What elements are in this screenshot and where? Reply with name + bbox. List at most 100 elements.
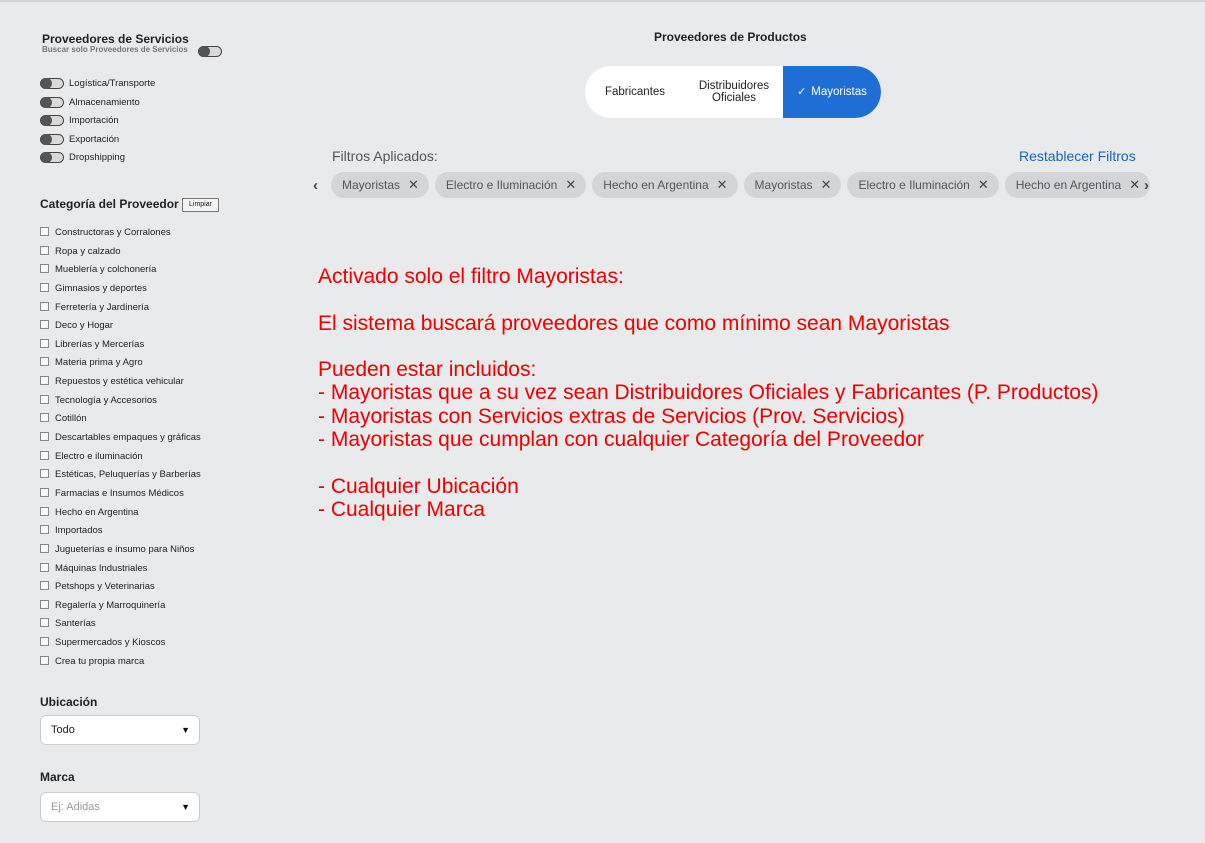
- segment-fabricantes[interactable]: Fabricantes: [585, 66, 685, 118]
- brand-select[interactable]: Ej: Adidas ▼: [40, 792, 200, 822]
- service-label: Almacenamiento: [69, 96, 140, 108]
- checkbox[interactable]: [40, 506, 49, 516]
- category-label: Jugueterías e insumo para Niños: [55, 543, 195, 555]
- note-line: - Mayoristas con Servicios extras de Ser…: [318, 404, 905, 428]
- segment-label: Distribuidores Oficiales: [698, 80, 770, 104]
- toggle-switch[interactable]: [40, 133, 64, 145]
- checkbox[interactable]: [40, 432, 49, 442]
- applied-filter-chips: Mayoristas ✕ Electro e Iluminación ✕ Hecho…: [331, 172, 1151, 198]
- category-label: Cotillón: [55, 413, 87, 425]
- products-title: Proveedores de Productos: [654, 30, 807, 44]
- explanation-note: Activado solo el filtro Mayoristas: El s…: [318, 265, 1098, 521]
- category-label: Tecnología y Accesorios: [55, 394, 157, 406]
- close-icon[interactable]: ✕: [978, 177, 989, 193]
- category-label: Petshops y Veterinarias: [55, 581, 155, 593]
- checkbox[interactable]: [40, 562, 49, 572]
- filter-chip[interactable]: Mayoristas ✕: [331, 172, 429, 198]
- caret-down-icon: ▼: [181, 725, 190, 735]
- note-line: - Cualquier Marca: [318, 497, 485, 521]
- checkbox[interactable]: [40, 245, 49, 255]
- chip-label: Hecho en Argentina: [603, 178, 709, 192]
- chip-label: Hecho en Argentina: [1015, 178, 1122, 192]
- chevron-left-icon[interactable]: ‹: [313, 177, 318, 194]
- checkbox[interactable]: [40, 581, 49, 591]
- toggle-switch[interactable]: [40, 78, 64, 89]
- toggle-switch[interactable]: [40, 152, 64, 163]
- filters-sidebar: Proveedores de Servicios Buscar solo Pro…: [0, 2, 300, 843]
- service-label: Dropshipping: [69, 152, 125, 163]
- category-label: Regalería y Marroquinería: [55, 599, 166, 611]
- checkbox[interactable]: [40, 655, 49, 665]
- segment-label: Mayoristas: [811, 86, 867, 98]
- chip-label: Electro e Iluminación: [858, 178, 970, 192]
- note-line: El sistema buscará proveedores que como …: [318, 311, 950, 335]
- category-label: Materia prima y Agro: [55, 357, 143, 369]
- category-title: Categoría del Proveedor: [40, 197, 179, 211]
- chip-label: Mayoristas: [754, 178, 813, 192]
- services-only-toggle[interactable]: [198, 46, 222, 57]
- clear-categories-button[interactable]: Limpiar: [182, 198, 219, 212]
- caret-down-icon: ▼: [181, 802, 190, 812]
- segment-distribuidores-oficiales[interactable]: Distribuidores Oficiales: [685, 66, 783, 118]
- applied-filters-label: Filtros Aplicados:: [332, 148, 438, 164]
- location-select[interactable]: Todo ▼: [40, 715, 200, 745]
- checkbox[interactable]: [40, 227, 49, 236]
- category-label: Ferretería y Jardinería: [55, 301, 149, 313]
- service-label: Logística/Transporte: [69, 78, 156, 89]
- checkbox[interactable]: [40, 637, 49, 647]
- filter-chip[interactable]: Electro e Iluminación ✕: [847, 172, 999, 198]
- services-title: Proveedores de Servicios: [42, 32, 189, 46]
- category-label: Máquinas Industriales: [55, 562, 148, 574]
- check-icon: ✓: [797, 86, 807, 98]
- segment-mayoristas[interactable]: ✓ Mayoristas: [783, 66, 881, 118]
- category-label: Santerías: [55, 618, 96, 630]
- product-type-segmented-control: Fabricantes Distribuidores Oficiales ✓ Ma…: [585, 66, 881, 118]
- checkbox[interactable]: [40, 413, 49, 423]
- close-icon[interactable]: ✕: [1129, 177, 1140, 193]
- toggle-switch[interactable]: [40, 115, 64, 126]
- note-line: - Mayoristas que cumplan con cualquier C…: [318, 428, 924, 452]
- note-line: - Mayoristas que a su vez sean Distribui…: [318, 381, 1099, 405]
- checkbox[interactable]: [40, 487, 49, 497]
- checkbox[interactable]: [40, 282, 49, 292]
- checkbox[interactable]: [40, 357, 49, 367]
- filter-chip[interactable]: Hecho en Argentina ✕: [1004, 172, 1151, 198]
- note-line: - Cualquier Ubicación: [318, 474, 519, 498]
- checkbox[interactable]: [40, 525, 49, 535]
- checkbox[interactable]: [40, 450, 49, 460]
- checkbox[interactable]: [40, 376, 49, 386]
- checkbox[interactable]: [40, 618, 49, 628]
- service-label: Exportación: [69, 133, 120, 145]
- checkbox[interactable]: [40, 599, 49, 609]
- toggle-switch[interactable]: [40, 96, 64, 108]
- checkbox[interactable]: [40, 301, 49, 311]
- checkbox[interactable]: [40, 469, 49, 479]
- category-label: Estéticas, Peluquerías y Barberías: [55, 469, 201, 481]
- checkbox[interactable]: [40, 264, 49, 274]
- close-icon[interactable]: ✕: [821, 177, 832, 193]
- checkbox[interactable]: [40, 338, 49, 348]
- location-title: Ubicación: [40, 695, 98, 709]
- category-label: Electro e iluminación: [55, 450, 143, 462]
- close-icon[interactable]: ✕: [717, 177, 728, 193]
- close-icon[interactable]: ✕: [565, 177, 576, 193]
- category-label: Deco y Hogar: [55, 320, 114, 332]
- note-line: Activado solo el filtro Mayoristas:: [318, 265, 624, 288]
- filter-chip[interactable]: Mayoristas ✕: [743, 172, 842, 198]
- checkbox[interactable]: [40, 543, 49, 553]
- chip-label: Mayoristas: [342, 178, 401, 192]
- filter-chip[interactable]: Hecho en Argentina ✕: [592, 172, 738, 198]
- checkbox[interactable]: [40, 320, 49, 330]
- filter-chip[interactable]: Electro e Iluminación ✕: [434, 172, 587, 198]
- chevron-right-icon[interactable]: ›: [1144, 177, 1149, 194]
- category-label: Descartables empaques y gráficas: [55, 432, 201, 444]
- checkbox[interactable]: [40, 394, 49, 404]
- close-icon[interactable]: ✕: [408, 177, 419, 193]
- note-spacer: [318, 288, 1098, 311]
- category-label: Gimnasios y deportes: [55, 282, 147, 294]
- category-label: Hecho en Argentina: [55, 506, 139, 518]
- reset-filters-link[interactable]: Restablecer Filtros: [1019, 148, 1136, 164]
- category-label: Importados: [55, 525, 103, 537]
- note-spacer: [318, 335, 1098, 358]
- category-label: Crea tu propia marca: [55, 655, 145, 667]
